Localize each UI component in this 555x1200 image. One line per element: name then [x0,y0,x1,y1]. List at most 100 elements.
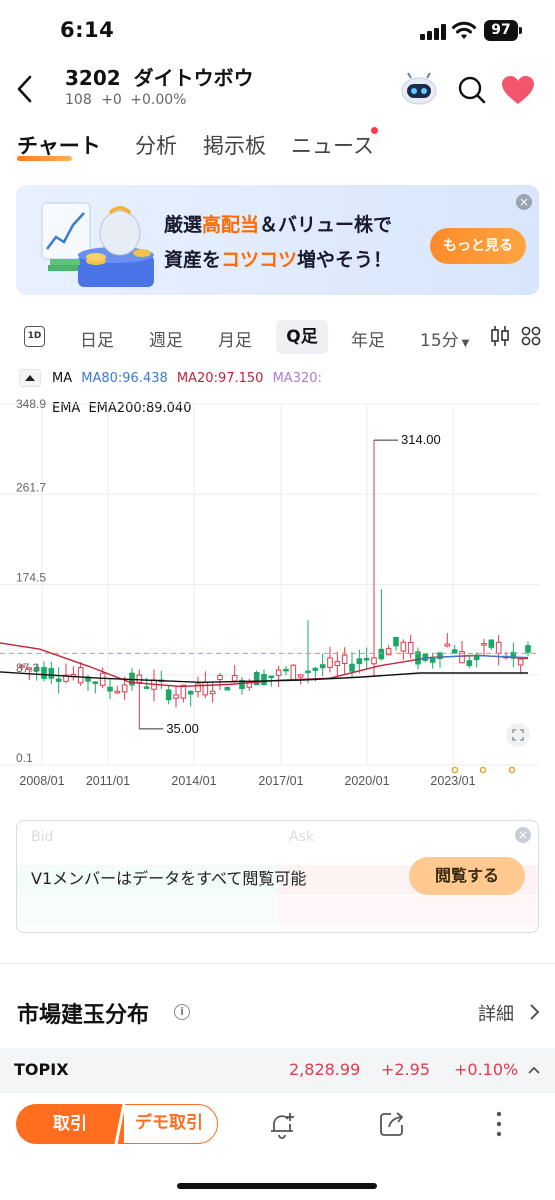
index-change-pct: +0.10% [454,1060,519,1079]
ma80-value: MA80:96.438 [81,371,168,386]
candle-body [451,649,458,654]
banner-illustration [41,202,154,287]
period-weekly[interactable]: 週足 [149,326,183,351]
candle-body [209,690,216,695]
candle-body [180,684,187,699]
robot-assistant-icon[interactable] [400,72,438,106]
info-icon[interactable]: i [174,1004,190,1020]
banner-close-icon[interactable]: × [516,194,532,210]
detail-link[interactable]: 詳細 [478,1000,514,1026]
v1-member-message: V1メンバーはデータをすべて閲覧可能 [31,869,307,888]
chevron-up-icon[interactable] [527,1064,541,1076]
index-change: +2.95 [381,1060,431,1079]
candle-body [92,681,99,684]
y-tick-label: 87.3 [16,661,40,675]
status-time: 6:14 [60,18,115,42]
price-alert-bell-icon[interactable] [268,1110,296,1140]
tab-analysis[interactable]: 分析 [135,130,177,160]
candle-body [349,663,355,672]
candle-body [378,648,385,660]
ma-indicator-row: MA MA80:96.438 MA20:97.150 MA320: [52,371,327,386]
candle-body [444,643,451,647]
candle-body [429,657,436,663]
bid-header: Bid [31,829,54,845]
chart-grid [0,403,540,766]
signal-icon [420,24,446,40]
period-daily[interactable]: 日足 [80,326,114,351]
stock-name: ダイトウボウ [133,66,254,90]
chevron-right-icon[interactable] [528,1003,540,1021]
button-divider-slash [108,1103,126,1145]
x-tick-label: 2020/01 [344,774,389,788]
index-name: TOPIX [14,1060,69,1079]
candle-body [525,645,531,653]
candle-body [371,657,377,665]
x-tick-label: 2008/01 [19,774,64,788]
candle-body [99,672,106,686]
indicator-collapse-icon[interactable] [19,369,41,387]
period-monthly[interactable]: 月足 [218,326,252,351]
dividend-marker [479,766,487,774]
candle-body [400,641,407,652]
promo-banner[interactable]: 厳選高配当＆バリュー株で 資産をコツコツ増やそう！ もっと見る × [16,185,539,295]
wifi-icon [452,21,476,39]
price-chart[interactable]: 348.9 261.7 174.5 87.3 0.1 2008/01 2011/01 2014… [0,390,555,800]
tab-news[interactable]: ニュース [291,130,374,160]
period-yearly[interactable]: 年足 [351,326,385,351]
battery-tip [519,27,522,34]
candle-body [275,669,282,676]
candle-body [77,667,84,684]
candle-body [224,687,231,691]
back-icon[interactable] [12,72,40,106]
section-divider [0,963,555,964]
candle-body [393,637,399,647]
candle-body [217,675,223,681]
period-1d-icon[interactable]: 1D [24,326,45,347]
x-tick-label: 2011/01 [86,774,130,788]
home-indicator [177,1183,377,1189]
layout-grid-icon[interactable] [521,326,541,346]
x-tick-label: 2017/01 [258,774,303,788]
data-box-close-icon[interactable]: × [515,827,531,843]
search-icon[interactable] [456,74,488,106]
chart-labels: 348.9 261.7 174.5 87.3 0.1 2008/01 2011/01 2014… [16,397,516,788]
candle-body [466,660,473,666]
ma320-value: MA320: [272,371,322,386]
fullscreen-icon[interactable] [506,723,530,747]
ma20-value: MA20:97.150 [176,371,264,386]
candle-body [305,670,311,674]
candle-body [231,675,238,682]
y-tick-label: 348.9 [16,397,46,411]
favorite-heart-icon[interactable] [500,74,536,106]
candle-body [297,674,304,678]
period-quarterly[interactable]: Q足 [276,320,328,354]
dividend-marker [451,766,459,774]
candle-body [385,648,392,656]
candle-body [495,641,502,654]
ma-label: MA [52,371,73,386]
period-minute-dropdown[interactable]: 15分 ▼ [420,326,469,351]
ask-header: Ask [289,829,314,845]
candle-type-icon[interactable] [490,325,510,347]
banner-line-1: 厳選高配当＆バリュー株で [164,214,393,236]
candle-body [107,686,113,692]
more-options-icon[interactable] [494,1110,504,1138]
candle-body [48,668,55,679]
candle-body [187,690,194,695]
banner-cta-button[interactable]: もっと見る [430,228,526,264]
min-price-label: 35.00 [166,721,199,736]
battery-icon: 97 [484,20,518,41]
share-icon[interactable] [378,1110,406,1138]
candle-body [334,661,341,666]
candle-body [114,690,121,694]
candle-body [517,658,524,666]
tab-board[interactable]: 掲示板 [203,130,266,160]
view-data-button[interactable]: 閲覧する [409,857,525,895]
candle-body [41,667,47,679]
banner-line-2: 資産をコツコツ増やそう！ [164,249,393,271]
candle-body [165,689,172,701]
candle-body [173,694,179,699]
candle-body [327,657,333,668]
stock-quote: 108 +0 +0.00% [65,92,187,108]
candle-body [319,664,326,669]
